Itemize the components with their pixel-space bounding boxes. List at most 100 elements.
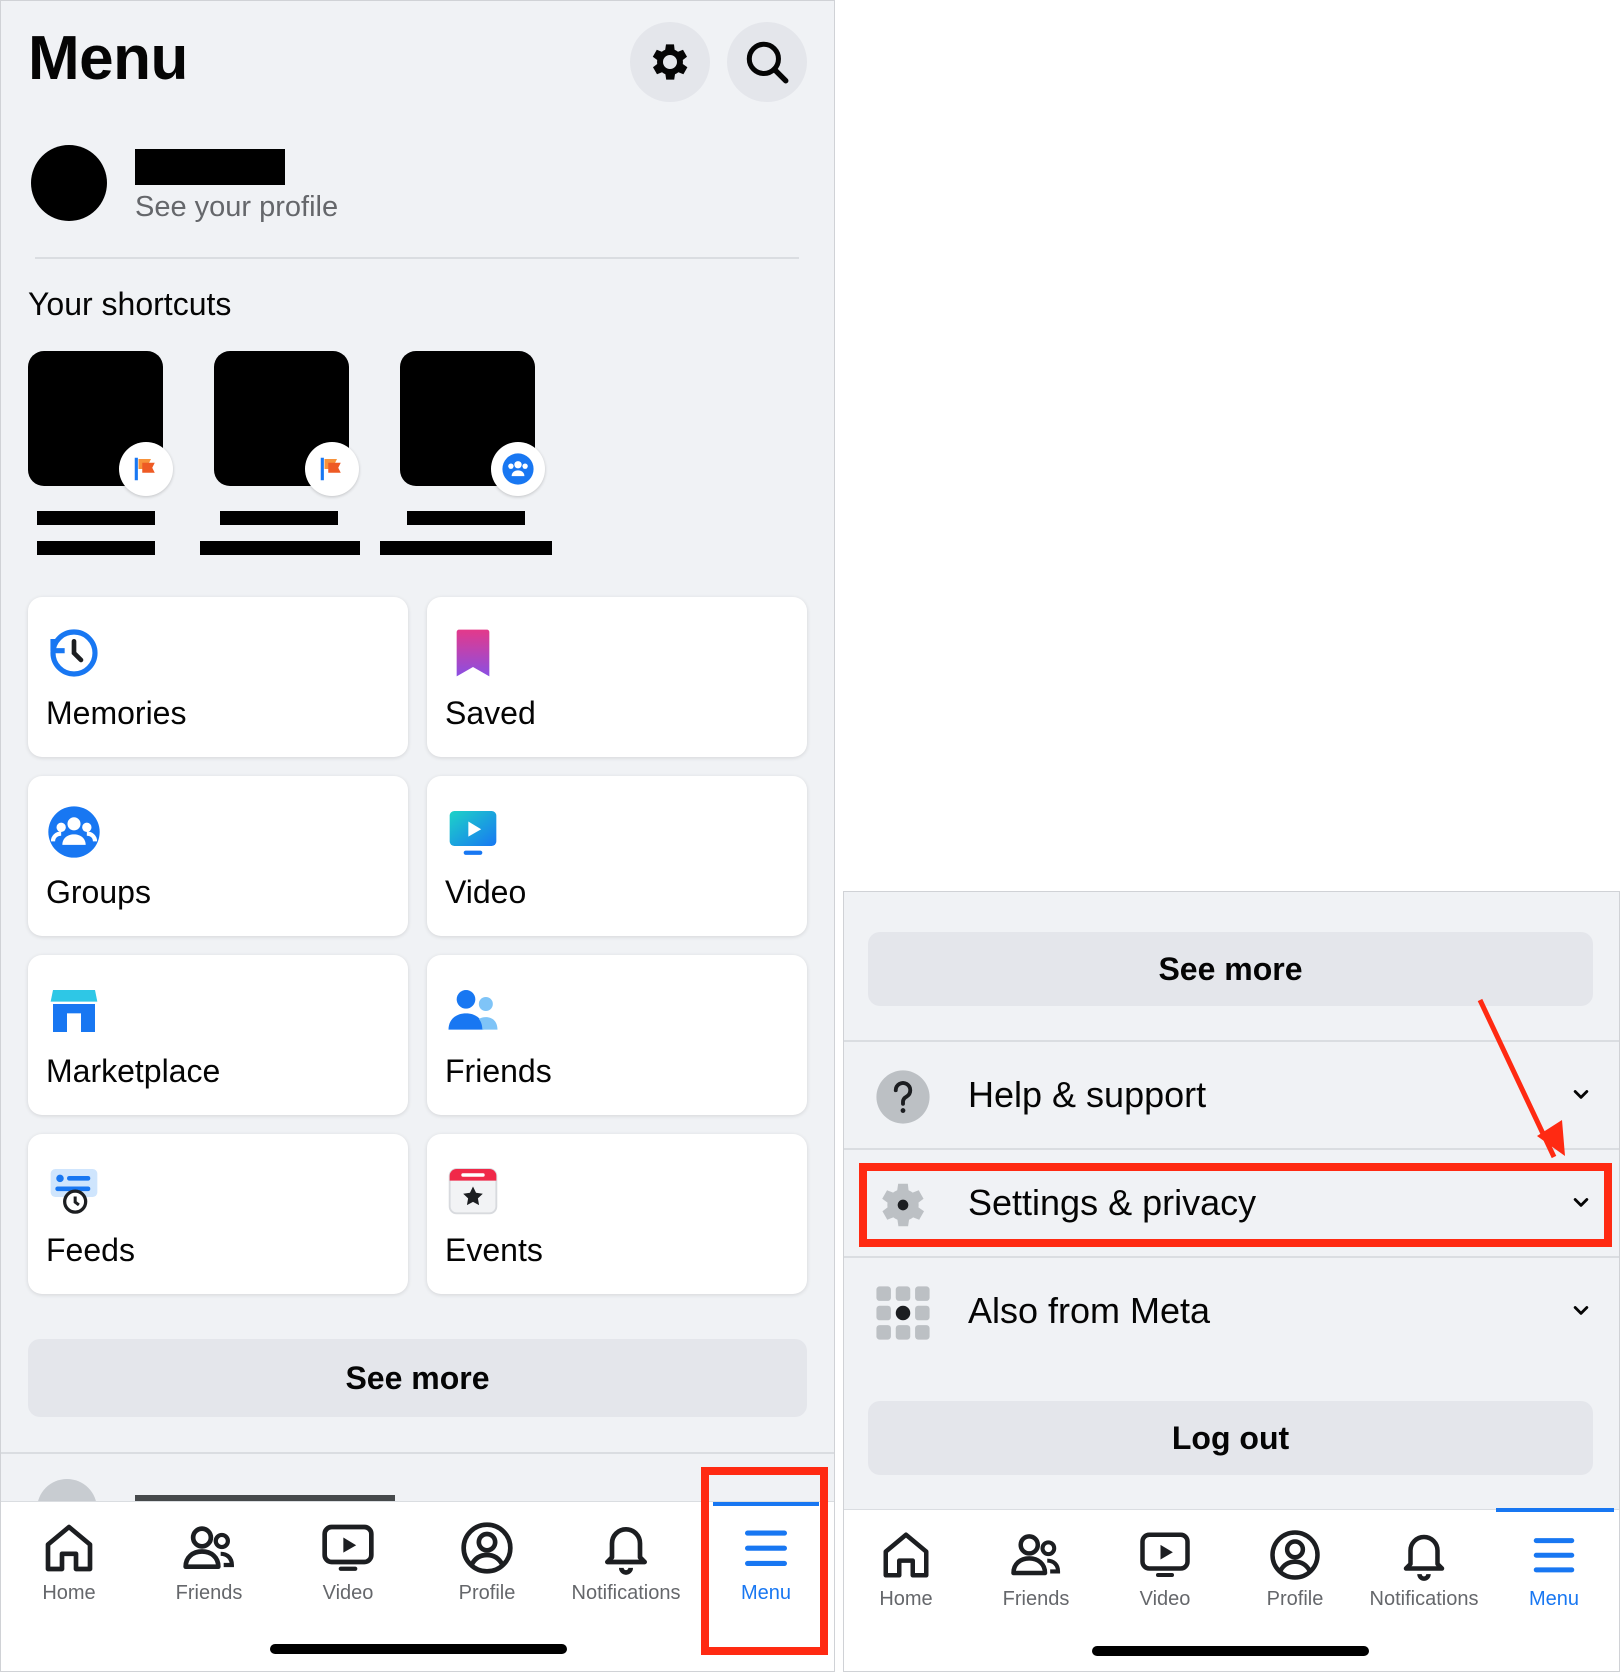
shortcut-1[interactable] xyxy=(28,351,173,496)
apps-grid-icon xyxy=(876,1286,930,1340)
tab-label: Notifications xyxy=(571,1582,681,1604)
tile-marketplace[interactable]: Marketplace xyxy=(28,955,408,1115)
row-label: Help & support xyxy=(968,1074,1207,1115)
tile-label: Video xyxy=(445,874,527,910)
group-badge xyxy=(491,442,545,496)
tab-profile[interactable]: Profile xyxy=(1225,1510,1365,1630)
shortcut-3-label-redacted xyxy=(407,511,525,525)
gear-icon xyxy=(652,44,688,80)
chevron-down-icon xyxy=(1573,1306,1589,1315)
tab-label: Video xyxy=(1139,1588,1191,1610)
tile-groups[interactable]: Groups xyxy=(28,776,408,936)
shortcut-1-label-redacted xyxy=(37,511,155,525)
tab-notifications[interactable]: Notifications xyxy=(1354,1510,1494,1630)
tab-label: Profile xyxy=(1266,1588,1324,1610)
logout-button[interactable]: Log out xyxy=(868,1401,1593,1475)
hamburger-icon xyxy=(1533,1538,1575,1573)
tab-label: Home xyxy=(879,1588,933,1610)
tile-label: Marketplace xyxy=(46,1053,221,1089)
row-also-from-meta[interactable]: Also from Meta xyxy=(844,1256,1619,1364)
events-icon xyxy=(448,1168,498,1215)
tile-label: Feeds xyxy=(46,1232,135,1268)
tile-saved[interactable]: Saved xyxy=(427,597,807,757)
shortcut-2-label-redacted xyxy=(220,511,338,525)
shortcut-1-label-redacted xyxy=(37,541,155,555)
menu-screen-left: Menu See your profile Your shortcuts Mem… xyxy=(0,0,835,1672)
tab-notifications[interactable]: Notifications xyxy=(556,1502,696,1622)
tab-label: Friends xyxy=(1002,1588,1070,1610)
video-icon xyxy=(449,811,497,855)
groups-icon xyxy=(48,806,100,858)
shortcut-3[interactable] xyxy=(400,351,545,496)
video-icon xyxy=(322,1524,374,1571)
feeds-icon xyxy=(50,1169,98,1214)
tab-video[interactable]: Video xyxy=(1095,1510,1235,1630)
tab-friends[interactable]: Friends xyxy=(966,1510,1106,1630)
page-badge xyxy=(305,442,359,496)
flag-icon xyxy=(134,457,155,481)
profile-icon xyxy=(1270,1530,1320,1580)
tab-profile[interactable]: Profile xyxy=(417,1502,557,1622)
profile-icon xyxy=(461,1522,513,1574)
video-icon xyxy=(1140,1532,1190,1578)
saved-icon xyxy=(456,629,490,677)
tab-friends[interactable]: Friends xyxy=(139,1502,279,1622)
help-icon xyxy=(876,1070,930,1124)
see-more-button[interactable]: See more xyxy=(28,1339,807,1417)
annotation-highlight-settings xyxy=(859,1163,1612,1247)
tab-video[interactable]: Video xyxy=(278,1502,418,1622)
marketplace-icon xyxy=(50,990,98,1032)
active-tab-indicator xyxy=(1496,1508,1614,1512)
avatar[interactable] xyxy=(31,145,107,221)
tile-friends[interactable]: Friends xyxy=(427,955,807,1115)
friends-icon xyxy=(183,1526,234,1569)
tile-events[interactable]: Events xyxy=(427,1134,807,1294)
tab-label: Notifications xyxy=(1369,1588,1479,1610)
tile-video[interactable]: Video xyxy=(427,776,807,936)
row-label: Also from Meta xyxy=(968,1290,1211,1331)
shortcut-2-label-redacted xyxy=(200,541,360,555)
tile-memories[interactable]: Memories xyxy=(28,597,408,757)
bell-icon xyxy=(1403,1534,1445,1581)
page-badge xyxy=(119,442,173,496)
tile-label: Saved xyxy=(445,695,536,731)
settings-button[interactable] xyxy=(630,22,710,102)
tile-feeds[interactable]: Feeds xyxy=(28,1134,408,1294)
see-more-button[interactable]: See more xyxy=(868,932,1593,1006)
shortcut-3-label-redacted xyxy=(380,541,552,555)
divider xyxy=(1,1452,834,1454)
home-indicator xyxy=(1092,1646,1369,1656)
tab-label: Friends xyxy=(175,1582,243,1604)
groups-icon xyxy=(502,453,534,485)
menu-screen-right: See more Help & support Settings & priva… xyxy=(843,891,1620,1672)
tab-home[interactable]: Home xyxy=(1,1502,139,1622)
tab-label: Video xyxy=(322,1582,374,1604)
shortcuts-heading: Your shortcuts xyxy=(28,286,232,322)
tab-label: Menu xyxy=(1528,1588,1580,1610)
row-help-support[interactable]: Help & support xyxy=(844,1040,1619,1148)
tab-home[interactable]: Home xyxy=(844,1510,976,1630)
shortcut-2[interactable] xyxy=(214,351,359,496)
search-icon xyxy=(746,41,789,84)
divider xyxy=(35,257,799,259)
bell-icon xyxy=(605,1527,647,1575)
page-title: Menu xyxy=(28,24,188,93)
tile-label: Events xyxy=(445,1232,543,1268)
friends-icon xyxy=(1011,1534,1061,1576)
annotation-highlight-menu-tab xyxy=(701,1467,828,1655)
home-icon xyxy=(883,1532,929,1578)
tile-label: Groups xyxy=(46,874,151,910)
flag-icon xyxy=(320,457,341,481)
tab-label: Profile xyxy=(458,1582,516,1604)
friends-icon xyxy=(448,990,498,1030)
tile-label: Memories xyxy=(46,695,187,731)
tile-label: Friends xyxy=(445,1053,552,1089)
search-button[interactable] xyxy=(727,22,807,102)
home-icon xyxy=(45,1524,93,1572)
home-indicator xyxy=(270,1644,567,1654)
tab-menu[interactable]: Menu xyxy=(1484,1508,1619,1630)
see-profile-link[interactable]: See your profile xyxy=(135,191,338,224)
profile-name-redacted xyxy=(135,149,285,185)
tab-label: Home xyxy=(42,1582,96,1604)
chevron-down-icon xyxy=(1573,1090,1589,1099)
